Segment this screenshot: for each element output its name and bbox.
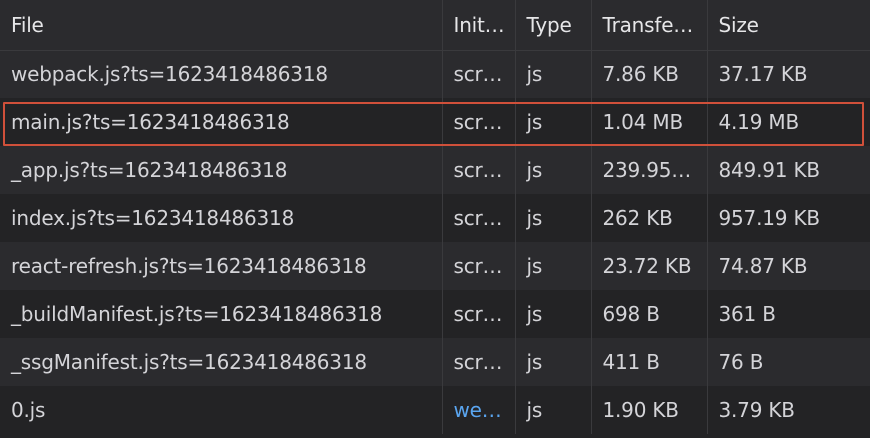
cell-initiator: scr… <box>441 98 515 146</box>
table-row[interactable]: 0.js we… js 1.90 KB 3.79 KB <box>0 386 870 434</box>
cell-initiator: scr… <box>441 290 515 338</box>
cell-size: 361 B <box>706 290 870 338</box>
cell-type: js <box>514 290 591 338</box>
table-row[interactable]: react-refresh.js?ts=1623418486318 scr… j… <box>0 242 870 290</box>
network-panel: File Init… Type Transfe… Size webpack.js… <box>0 0 870 438</box>
cell-transferred: 262 KB <box>590 194 707 242</box>
cell-type: js <box>514 242 591 290</box>
table-row-selected[interactable]: main.js?ts=1623418486318 scr… js 1.04 MB… <box>0 98 870 146</box>
table-row[interactable]: _buildManifest.js?ts=1623418486318 scr… … <box>0 290 870 338</box>
cell-size: 76 B <box>706 338 870 386</box>
network-requests-table: File Init… Type Transfe… Size webpack.js… <box>0 0 870 434</box>
cell-file: _buildManifest.js?ts=1623418486318 <box>11 302 383 326</box>
cell-initiator-link[interactable]: we… <box>441 386 515 434</box>
cell-initiator: scr… <box>441 194 515 242</box>
cell-size: 849.91 KB <box>706 146 870 194</box>
table-row[interactable]: webpack.js?ts=1623418486318 scr… js 7.86… <box>0 50 870 98</box>
cell-size: 3.79 KB <box>706 386 870 434</box>
cell-file: _ssgManifest.js?ts=1623418486318 <box>11 350 367 374</box>
cell-file: 0.js <box>11 398 46 422</box>
column-header-transferred[interactable]: Transfe… <box>590 0 707 50</box>
cell-transferred: 411 B <box>590 338 707 386</box>
cell-transferred: 1.04 MB <box>590 98 707 146</box>
cell-file: _app.js?ts=1623418486318 <box>11 158 288 182</box>
column-header-file[interactable]: File <box>0 0 442 50</box>
table-row[interactable]: index.js?ts=1623418486318 scr… js 262 KB… <box>0 194 870 242</box>
cell-size: 37.17 KB <box>706 50 870 98</box>
cell-size: 74.87 KB <box>706 242 870 290</box>
cell-file: main.js?ts=1623418486318 <box>11 110 290 134</box>
cell-type: js <box>514 146 591 194</box>
column-header-size[interactable]: Size <box>706 0 870 50</box>
cell-file: react-refresh.js?ts=1623418486318 <box>11 254 367 278</box>
cell-file: webpack.js?ts=1623418486318 <box>11 62 328 87</box>
cell-transferred: 1.90 KB <box>590 386 707 434</box>
cell-type: js <box>514 386 591 434</box>
cell-transferred: 7.86 KB <box>590 50 707 98</box>
table-header-row: File Init… Type Transfe… Size <box>0 0 870 50</box>
cell-size: 4.19 MB <box>706 98 870 146</box>
cell-initiator: scr… <box>441 338 515 386</box>
cell-transferred: 698 B <box>590 290 707 338</box>
cell-type: js <box>514 50 591 98</box>
cell-type: js <box>514 338 591 386</box>
cell-size: 957.19 KB <box>706 194 870 242</box>
cell-initiator: scr… <box>441 146 515 194</box>
cell-initiator: scr… <box>441 242 515 290</box>
table-row[interactable]: _app.js?ts=1623418486318 scr… js 239.95…… <box>0 146 870 194</box>
table-row[interactable]: _ssgManifest.js?ts=1623418486318 scr… js… <box>0 338 870 386</box>
cell-transferred: 23.72 KB <box>590 242 707 290</box>
column-header-type[interactable]: Type <box>514 0 591 50</box>
cell-initiator: scr… <box>441 50 515 98</box>
column-header-initiator[interactable]: Init… <box>441 0 515 50</box>
cell-file: index.js?ts=1623418486318 <box>11 206 295 230</box>
cell-transferred: 239.95… <box>590 146 707 194</box>
cell-type: js <box>514 194 591 242</box>
cell-type: js <box>514 98 591 146</box>
